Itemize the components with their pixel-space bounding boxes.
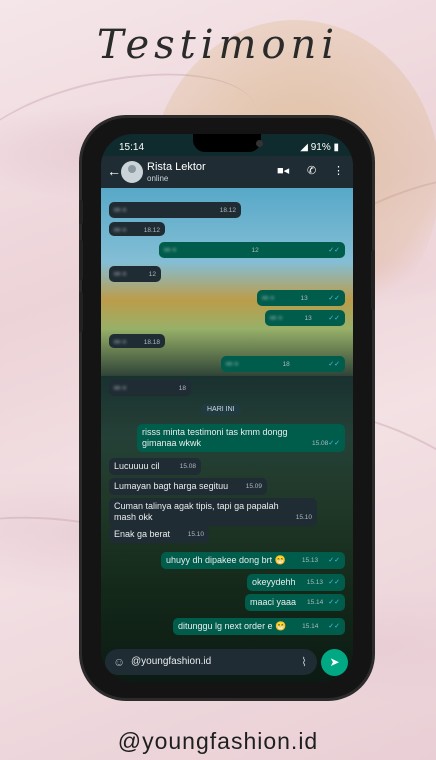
message-time: 15.08 [311,440,329,447]
message-time: 12 [251,247,259,254]
chat-header: ← Rista Lektor online ■◂ ✆ ⋮ [101,156,353,188]
message-time: 15.08 [179,463,196,470]
read-receipt-icon: ✓✓ [328,623,340,630]
read-receipt-icon: ✓✓ [328,247,340,254]
redacted-text: •• • [164,245,176,255]
status-time: 15:14 [119,142,145,153]
phone-screen: 15:14 ◢ 91% ▮ ← Rista Lektor online ■◂ ✆… [101,134,353,682]
message-time: 18.12 [219,207,236,214]
read-receipt-icon: ✓✓ [328,361,340,368]
message-input-text[interactable]: @youngfashion.id [131,656,211,667]
redacted-text: •• • [114,337,126,347]
outgoing-message[interactable]: risss minta testimoni tas kmm dongg gima… [137,424,345,452]
phone-call-icon[interactable]: ✆ [307,164,316,177]
redacted-text: •• • [114,205,126,215]
message-time: 18 [178,385,186,392]
battery-indicator: ◢ 91% ▮ [300,142,339,153]
read-receipt-icon: ✓✓ [328,315,340,322]
send-icon: ➤ [329,655,340,669]
message-text: risss minta testimoni tas kmm dongg gima… [142,427,288,448]
incoming-message[interactable]: Lucuuuu cil 15.08 [109,458,201,475]
redacted-text: •• • [114,225,126,235]
avatar[interactable] [121,161,143,183]
blurred-message: •• • 18 [109,380,191,396]
incoming-message[interactable]: Lumayan bagt harga segituu 15.09 [109,478,267,495]
message-text: maaci yaaa [250,597,297,607]
message-time: 15.09 [245,483,262,490]
more-vert-icon[interactable]: ⋮ [333,164,344,177]
video-call-icon[interactable]: ■◂ [277,164,289,177]
message-time: 15.14 [302,623,319,630]
message-time: 15.14 [307,599,324,606]
outgoing-message[interactable]: maaci yaaa 15.14 ✓✓ [245,594,345,611]
blurred-message: •• • 18.12 [109,202,241,218]
redacted-text: •• • [226,359,238,369]
phone-side-button [79,200,83,224]
outgoing-message[interactable]: okeyydehh 15.13 ✓✓ [247,574,345,591]
message-input[interactable]: ☺ @youngfashion.id ⌇ [105,649,317,675]
phone-side-button [79,292,83,332]
incoming-message[interactable]: Cuman talinya agak tipis, tapi ga papala… [109,498,317,526]
message-time: 18.18 [143,339,160,346]
paperclip-icon[interactable]: ⌇ [301,655,307,669]
outgoing-message[interactable]: ditunggu lg next order e 😁 15.14 ✓✓ [173,618,345,635]
incoming-message[interactable]: Enak ga berat 15.10 [109,526,209,543]
blurred-message: •• • 13 ✓✓ [257,290,345,306]
message-time: 18 [282,361,290,368]
redacted-text: •• • [114,269,126,279]
message-text: Lumayan bagt harga segituu [114,481,229,491]
message-text: okeyydehh [252,577,296,587]
redacted-text: •• • [270,313,282,323]
message-text: uhuyy dh dipakee dong brt 😁 [166,555,286,565]
blurred-message: •• • 18.18 [109,334,165,348]
read-receipt-icon: ✓✓ [328,295,340,302]
blurred-message: •• • 18 ✓✓ [221,356,345,372]
message-text: Cuman talinya agak tipis, tapi ga papala… [114,501,279,522]
read-receipt-icon: ✓✓ [328,599,340,606]
message-time: 15.10 [187,531,204,538]
send-button[interactable]: ➤ [321,649,348,676]
blurred-message: •• • 12 [109,266,161,282]
read-receipt-icon: ✓✓ [328,440,340,447]
notch [193,134,261,152]
message-time: 13 [300,295,308,302]
blurred-message: •• • 13 ✓✓ [265,310,345,326]
emoji-icon[interactable]: ☺ [113,655,125,669]
phone-power-button [371,250,375,310]
blurred-message: •• • 12 ✓✓ [159,242,345,258]
message-time: 12 [148,271,156,278]
day-divider: HARI INI [201,404,241,415]
message-time: 15.10 [295,514,312,521]
redacted-text: •• • [262,293,274,303]
read-receipt-icon: ✓✓ [328,579,340,586]
page-title: Testimoni [96,22,340,68]
outgoing-message[interactable]: uhuyy dh dipakee dong brt 😁 15.13 ✓✓ [161,552,345,569]
message-text: ditunggu lg next order e 😁 [178,621,287,631]
blurred-message: •• • 18.12 [109,222,165,236]
contact-status: online [147,174,169,183]
back-arrow-icon[interactable]: ← [107,163,121,179]
footer-handle: @youngfashion.id [117,728,319,754]
message-time: 15.13 [301,557,319,564]
message-time: 15.13 [306,579,324,586]
read-receipt-icon: ✓✓ [328,557,340,564]
phone-side-button [79,240,83,280]
status-bar: 15:14 ◢ 91% ▮ [101,134,353,156]
message-text: Lucuuuu cil [114,461,160,471]
redacted-text: •• • [114,383,126,393]
contact-name[interactable]: Rista Lektor [147,161,206,173]
message-time: 13 [304,315,312,322]
message-time: 18.12 [143,227,160,234]
front-camera [256,140,263,147]
message-text: Enak ga berat [114,529,171,539]
